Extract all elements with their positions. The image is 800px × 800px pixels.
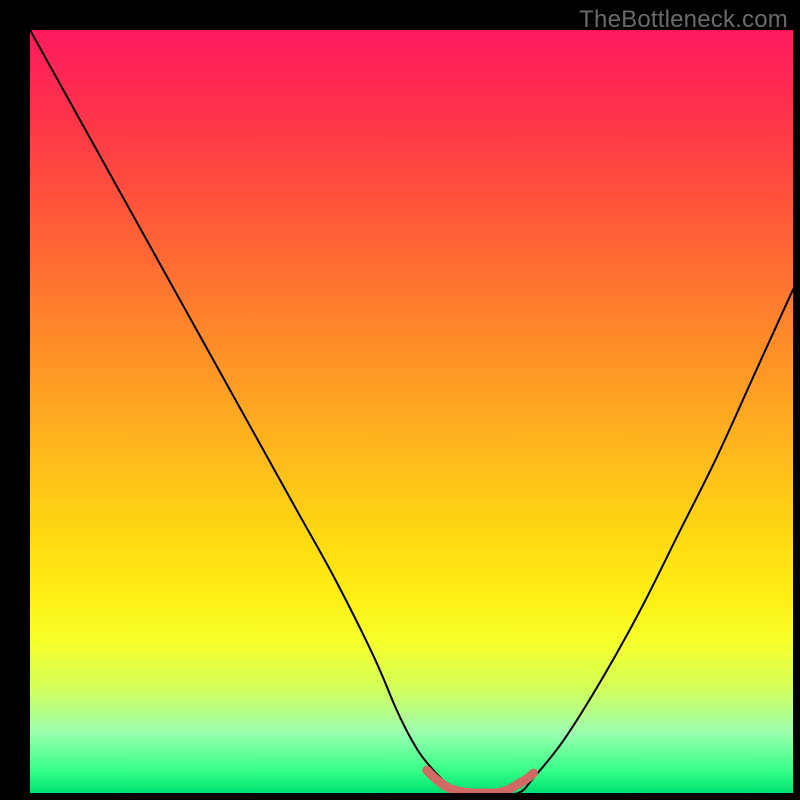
plot-gradient-background (30, 30, 793, 793)
chart-frame (30, 30, 793, 793)
watermark-text: TheBottleneck.com (579, 6, 788, 34)
